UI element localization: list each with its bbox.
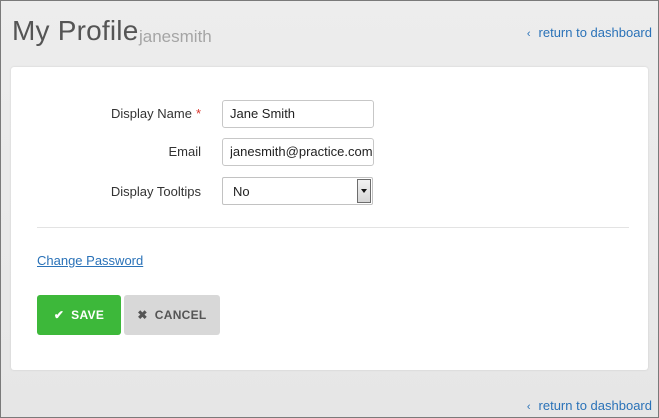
- return-to-dashboard-link-bottom[interactable]: ‹ return to dashboard: [527, 398, 652, 413]
- x-icon: ✖: [137, 308, 148, 322]
- chevron-left-icon: ‹: [526, 401, 531, 413]
- profile-form-card: Display Name* Email Display Tooltips No …: [11, 67, 648, 370]
- return-to-dashboard-link[interactable]: ‹ return to dashboard: [527, 25, 652, 40]
- change-password-link[interactable]: Change Password: [37, 253, 143, 268]
- display-tooltips-label: Display Tooltips: [110, 184, 201, 199]
- divider: [37, 227, 629, 228]
- username-label: janesmith: [139, 27, 212, 46]
- cancel-label: CANCEL: [154, 308, 207, 322]
- check-icon: ✔: [53, 308, 65, 322]
- return-to-dashboard-label: return to dashboard: [538, 25, 652, 40]
- save-button[interactable]: ✔ SAVE: [37, 295, 121, 335]
- page-frame: My Profile janesmith ‹ return to dashboar…: [0, 0, 659, 418]
- chevron-left-icon: ‹: [526, 28, 531, 40]
- dropdown-arrow-icon[interactable]: [357, 179, 371, 203]
- return-to-dashboard-label: return to dashboard: [538, 398, 652, 413]
- page-title: My Profile: [12, 15, 139, 46]
- display-tooltips-value: No: [233, 184, 250, 199]
- save-label: SAVE: [71, 308, 105, 322]
- email-label: Email: [168, 144, 201, 159]
- display-name-label: Display Name *: [111, 106, 201, 121]
- display-tooltips-select[interactable]: No: [222, 177, 373, 205]
- email-input[interactable]: [222, 138, 374, 166]
- display-name-input[interactable]: [222, 100, 374, 128]
- cancel-button[interactable]: ✖ CANCEL: [124, 295, 220, 335]
- required-marker: *: [195, 106, 201, 121]
